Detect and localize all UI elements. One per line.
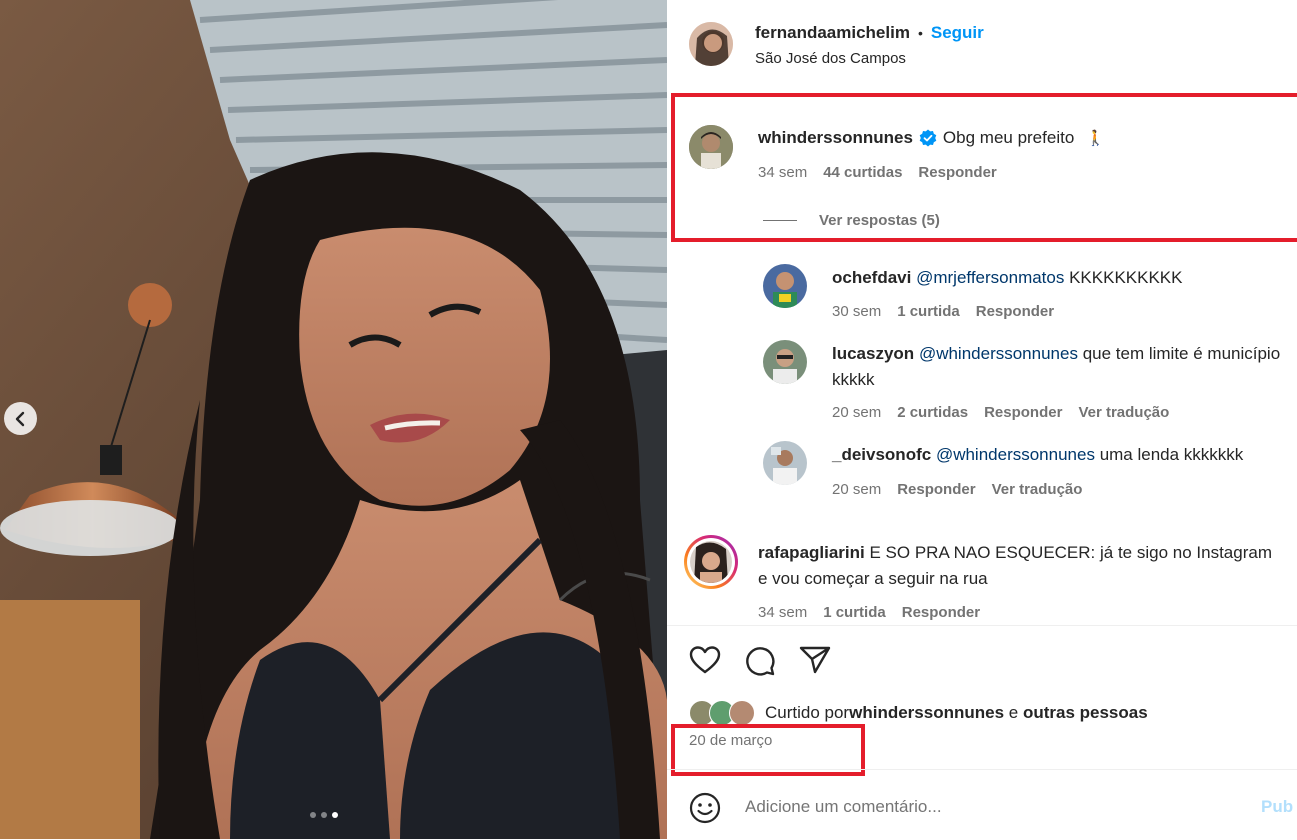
liked-by-others[interactable]: outras pessoas [1023,703,1148,723]
reply-likes[interactable]: 1 curtida [897,303,960,320]
reply-username[interactable]: ochefdavi [832,268,911,287]
reply-avatar[interactable] [763,441,807,485]
post-photo [0,0,667,839]
heart-icon[interactable] [689,645,721,675]
post-header: fernandaamichelim • Seguir São José dos … [667,0,1297,92]
header-separator: • [917,25,923,41]
reply-time[interactable]: 20 sem [832,404,881,421]
liked-by-middle: e [1004,703,1023,722]
reply-avatar[interactable] [763,340,807,384]
follow-button[interactable]: Seguir [931,23,984,43]
reply-username[interactable]: lucaszyon [832,344,914,363]
avatar-image [689,22,733,66]
carousel-dot-active [332,812,338,818]
previous-slide-button[interactable] [4,402,37,435]
author-username[interactable]: fernandaamichelim [755,23,910,43]
comment-time[interactable]: 34 sem [758,604,807,621]
author-avatar[interactable] [689,22,733,66]
liker-avatar [729,700,755,726]
reply-button[interactable]: Responder [976,303,1054,320]
avatar-image [763,441,807,485]
chevron-left-icon [15,411,24,426]
translate-button[interactable]: Ver tradução [1078,404,1169,421]
reply-button[interactable]: Responder [902,604,980,621]
reply-mention[interactable]: @mrjeffersonmatos [916,268,1064,287]
reply-likes[interactable]: 2 curtidas [897,404,968,421]
reply-mention[interactable]: @whinderssonnunes [919,344,1078,363]
avatar-image [763,264,807,308]
liker-avatars [689,700,761,726]
liked-by-prefix: Curtido por [765,703,850,722]
comment-icon[interactable] [744,645,776,677]
emoji-icon[interactable] [689,792,721,824]
avatar-image [690,541,732,583]
translate-button[interactable]: Ver tradução [992,481,1083,498]
carousel-dot [310,812,316,818]
comments-panel: fernandaamichelim • Seguir São José dos … [667,0,1297,839]
reply-button[interactable]: Responder [984,404,1062,421]
add-comment-bar: Pub [667,769,1297,840]
publish-button[interactable]: Pub [1261,797,1293,817]
reply-text: KKKKKKKKKK [1064,268,1183,287]
highlight-annotation-box [671,93,1297,242]
carousel-indicators [310,812,338,818]
liked-by-user[interactable]: whinderssonnunes [849,703,1004,723]
action-bar [667,625,1297,626]
comment-likes[interactable]: 1 curtida [823,604,886,621]
photo-illustration [0,0,667,839]
share-icon[interactable] [799,645,831,675]
avatar-image [763,340,807,384]
reply-button[interactable]: Responder [897,481,975,498]
reply-time[interactable]: 20 sem [832,481,881,498]
story-ring-avatar[interactable] [684,535,738,589]
comment-input[interactable] [743,796,1217,818]
carousel-dot [321,812,327,818]
liked-by-summary: Curtido por whinderssonnunes e outras pe… [689,700,1148,726]
reply-avatar[interactable] [763,264,807,308]
reply-text: uma lenda kkkkkkk [1094,445,1244,464]
post-location[interactable]: São José dos Campos [755,50,906,67]
reply-mention[interactable]: @whinderssonnunes [936,445,1095,464]
reply-username[interactable]: _deivsonofc [832,445,931,464]
comment-username[interactable]: rafapagliarini [758,543,865,562]
reply-time[interactable]: 30 sem [832,303,881,320]
